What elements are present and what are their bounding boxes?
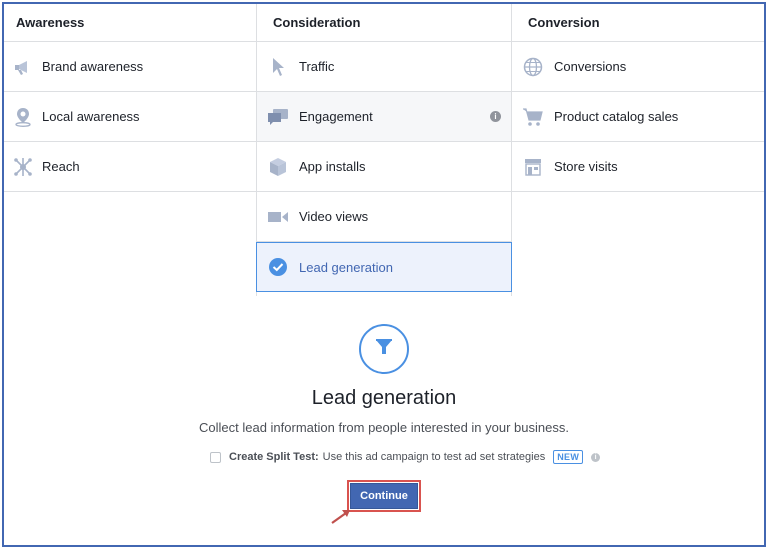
detail-title: Lead generation [311,387,457,409]
video-camera-icon [267,206,289,228]
objective-traffic[interactable]: Traffic [257,42,511,92]
annotation-arrow-icon [331,510,350,524]
objective-brand-awareness[interactable]: Brand awareness [4,42,256,92]
reach-icon [12,156,34,178]
shopping-cart-icon [522,106,544,128]
chat-bubbles-icon [267,106,289,128]
objective-grid: Awareness Brand awareness Local awarenes… [4,4,764,296]
split-test-text: Use this ad campaign to test ad set stra… [322,451,546,463]
consideration-column: Consideration Traffic Engagement i App i… [256,4,512,296]
continue-button[interactable]: Continue [350,483,418,509]
cursor-icon [267,56,289,78]
consideration-header: Consideration [257,4,511,42]
objective-video-views[interactable]: Video views [257,192,511,242]
split-test-row: Create Split Test: Use this ad campaign … [210,449,601,465]
map-pin-icon [12,106,34,128]
split-test-checkbox[interactable] [210,451,221,463]
objective-label: Traffic [299,59,335,74]
objective-panel: Awareness Brand awareness Local awarenes… [2,2,766,547]
objective-detail: Lead generation Collect lead information… [4,296,764,546]
continue-highlight: Continue [347,480,421,512]
objective-local-awareness[interactable]: Local awareness [4,92,256,142]
objective-app-installs[interactable]: App installs [257,142,511,192]
megaphone-icon [12,56,34,78]
objective-label: Store visits [554,159,618,174]
objective-label: Lead generation [299,259,393,275]
globe-icon [522,56,544,78]
funnel-icon [374,337,394,362]
objective-label: Product catalog sales [554,109,679,124]
objective-label: App installs [299,159,366,174]
detail-description: Collect lead information from people int… [199,420,569,435]
objective-conversions[interactable]: Conversions [512,42,764,92]
objective-engagement[interactable]: Engagement i [257,92,511,142]
conversion-column: Conversion Conversions Product catalog s… [512,4,764,296]
objective-lead-generation[interactable]: Lead generation [256,242,512,292]
objective-product-catalog-sales[interactable]: Product catalog sales [512,92,764,142]
conversion-header: Conversion [512,4,764,42]
objective-label: Conversions [554,59,627,74]
new-badge: NEW [553,450,584,464]
checkmark-circle-icon [267,256,289,278]
split-test-label: Create Split Test: [229,451,319,463]
objective-label: Video views [299,209,369,224]
objective-label: Local awareness [42,109,140,124]
objective-label: Reach [42,159,80,174]
awareness-column: Awareness Brand awareness Local awarenes… [4,4,256,296]
objective-reach[interactable]: Reach [4,142,256,192]
objective-label: Brand awareness [42,59,144,74]
info-icon[interactable]: i [490,111,501,122]
store-icon [522,156,544,178]
objective-label: Engagement [299,109,373,124]
box-icon [267,156,289,178]
awareness-header: Awareness [4,4,256,42]
funnel-badge [359,324,409,374]
objective-store-visits[interactable]: Store visits [512,142,764,192]
info-icon[interactable]: i [591,452,601,462]
